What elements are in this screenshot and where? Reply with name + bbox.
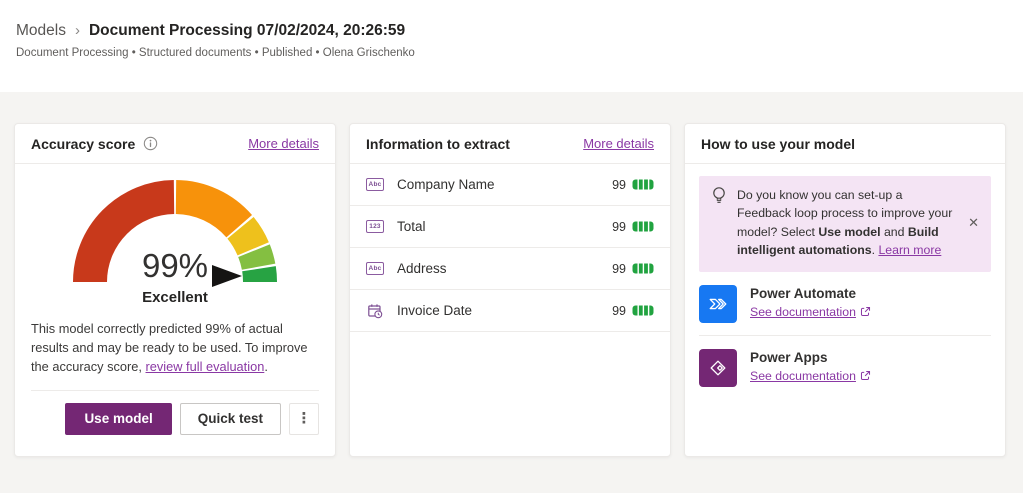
- field-label: Company Name: [397, 177, 495, 192]
- extract-card-header: Information to extract More details: [350, 124, 670, 164]
- extract-row-company-name[interactable]: Abc Company Name 99: [350, 164, 670, 206]
- howto-card-title: How to use your model: [701, 135, 856, 152]
- howto-body: Do you know you can set-up a Feedback lo…: [685, 164, 1005, 399]
- accuracy-description-period: .: [264, 359, 268, 375]
- power-automate-label: Power Automate: [750, 285, 857, 301]
- feedback-loop-banner: Do you know you can set-up a Feedback lo…: [699, 176, 991, 272]
- howto-card-header: How to use your model: [685, 124, 1005, 164]
- confidence-indicator-icon: [632, 263, 654, 274]
- review-full-evaluation-link[interactable]: review full evaluation: [146, 359, 265, 374]
- breadcrumb: Models › Document Processing 07/02/2024,…: [16, 22, 1007, 40]
- external-link-icon: [860, 307, 871, 317]
- confidence-indicator-icon: [632, 305, 654, 316]
- field-label: Total: [397, 219, 426, 234]
- model-meta-line: Document Processing • Structured documen…: [16, 47, 415, 59]
- extract-card-title: Information to extract: [366, 135, 510, 152]
- accuracy-score-card: Accuracy score More details 99% Excellen…: [14, 123, 336, 457]
- content-area: Accuracy score More details 99% Excellen…: [0, 92, 1023, 493]
- lightbulb-icon: [711, 186, 727, 260]
- extract-row-total[interactable]: 123 Total 99: [350, 206, 670, 248]
- how-to-use-card: How to use your model Do you know you ca…: [684, 123, 1006, 457]
- extract-row-invoice-date[interactable]: Invoice Date 99: [350, 290, 670, 332]
- accuracy-card-title: Accuracy score: [31, 136, 158, 152]
- field-score: 99: [612, 261, 626, 276]
- close-icon[interactable]: ✕: [966, 186, 981, 260]
- banner-text: and: [880, 224, 908, 239]
- learn-more-link[interactable]: Learn more: [878, 243, 941, 257]
- accuracy-description: This model correctly predicted 99% of ac…: [31, 319, 319, 377]
- gauge-label: Excellent: [142, 289, 208, 306]
- field-score: 99: [612, 303, 626, 318]
- gauge-segment-excellent: [242, 266, 277, 283]
- power-automate-icon: [699, 284, 737, 323]
- power-automate-item: Power Automate See documentation: [699, 272, 991, 335]
- power-apps-icon: [699, 348, 737, 387]
- gauge-segment-very-good: [238, 244, 276, 271]
- quick-test-button[interactable]: Quick test: [179, 402, 281, 435]
- accuracy-more-details-link[interactable]: More details: [248, 136, 319, 151]
- power-automate-doc-link[interactable]: See documentation: [750, 305, 856, 319]
- text-field-icon: Abc: [366, 262, 384, 275]
- accuracy-card-header: Accuracy score More details: [15, 124, 335, 164]
- confidence-indicator-icon: [632, 221, 654, 232]
- field-score: 99: [612, 177, 626, 192]
- gauge-segment-good: [227, 216, 269, 256]
- date-field-icon: [366, 303, 384, 319]
- power-apps-item: Power Apps See documentation: [699, 336, 991, 399]
- info-icon[interactable]: [143, 136, 158, 151]
- external-link-icon: [860, 371, 871, 381]
- gauge-needle: [212, 265, 242, 287]
- information-to-extract-card: Information to extract More details Abc …: [349, 123, 671, 457]
- gauge-segment-fair: [175, 180, 253, 238]
- accuracy-title-text: Accuracy score: [31, 135, 136, 152]
- text-field-icon: Abc: [366, 178, 384, 191]
- gauge-value: 99%: [142, 247, 208, 284]
- page-header: Models › Document Processing 07/02/2024,…: [0, 0, 1023, 92]
- power-apps-doc-link[interactable]: See documentation: [750, 369, 856, 383]
- page-title: Document Processing 07/02/2024, 20:26:59: [88, 22, 406, 39]
- banner-message: Do you know you can set-up a Feedback lo…: [737, 186, 956, 260]
- field-label: Invoice Date: [397, 303, 473, 318]
- extract-more-details-link[interactable]: More details: [583, 136, 654, 151]
- banner-bold-use-model: Use model: [818, 224, 881, 239]
- accuracy-actions: Use model Quick test ⋮: [15, 391, 335, 447]
- accuracy-gauge: 99% Excellent: [15, 162, 335, 317]
- use-model-button[interactable]: Use model: [65, 402, 172, 435]
- confidence-indicator-icon: [632, 179, 654, 190]
- number-field-icon: 123: [366, 220, 384, 233]
- extract-row-address[interactable]: Abc Address 99: [350, 248, 670, 290]
- breadcrumb-chevron-icon: ›: [74, 22, 80, 39]
- more-actions-button[interactable]: ⋮: [289, 402, 319, 435]
- power-apps-label: Power Apps: [750, 349, 828, 365]
- field-label: Address: [397, 261, 447, 276]
- breadcrumb-models-link[interactable]: Models: [16, 22, 66, 40]
- field-score: 99: [612, 219, 626, 234]
